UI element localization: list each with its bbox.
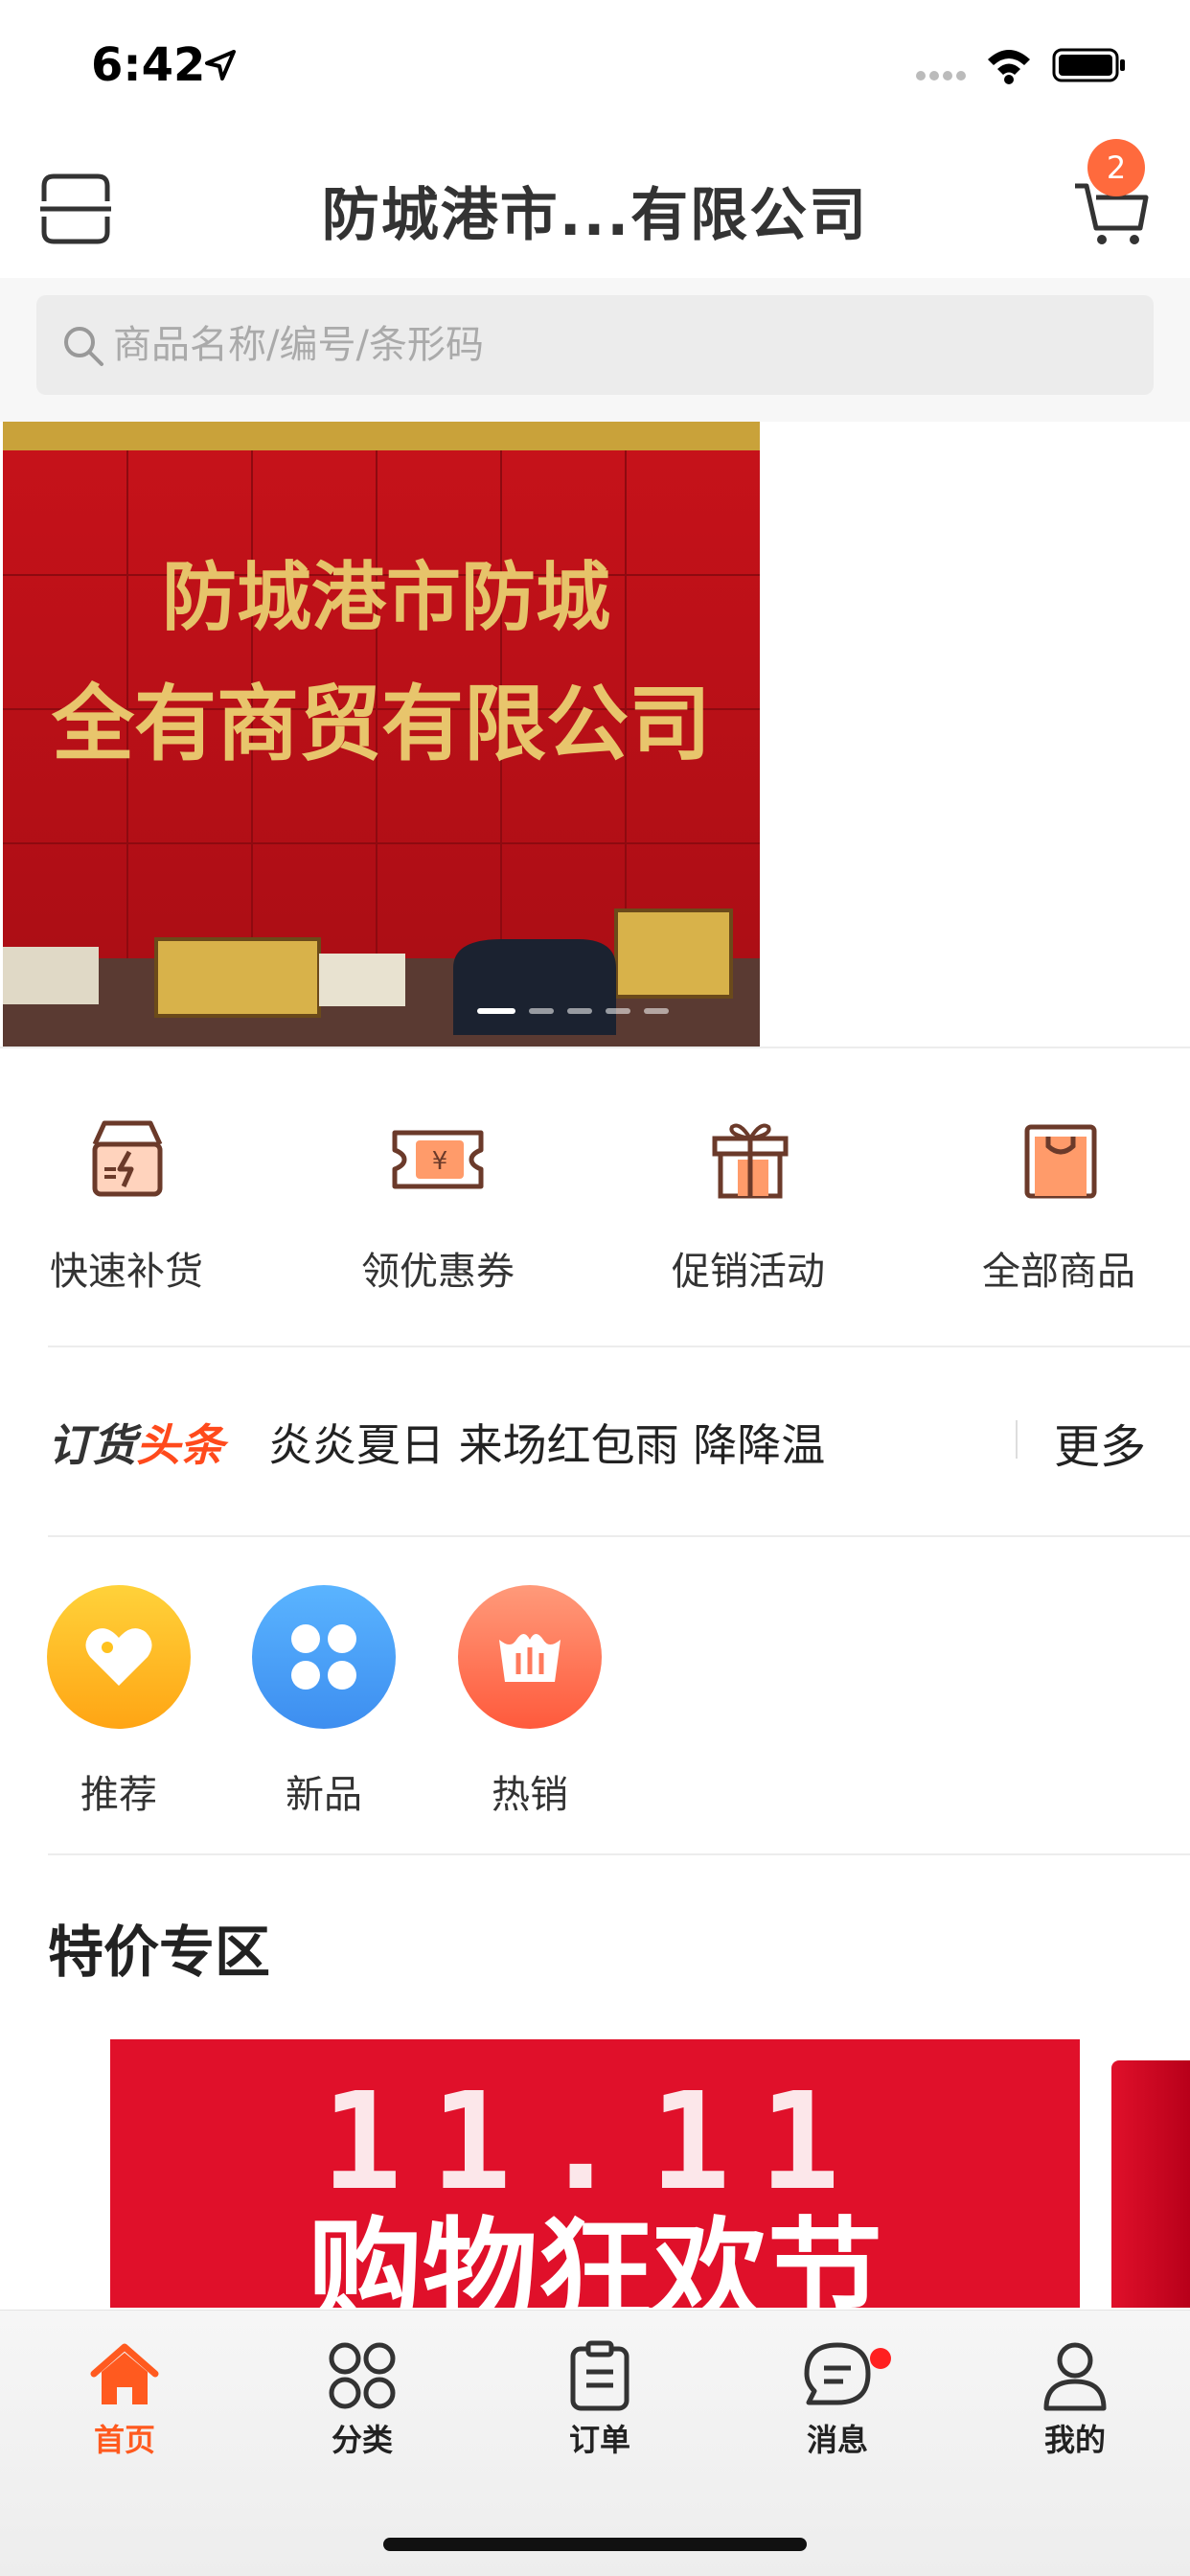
home-icon: [90, 2343, 159, 2404]
search-icon: [64, 327, 103, 366]
clover-icon: [291, 1624, 356, 1690]
tab-messages[interactable]: 消息: [761, 2337, 914, 2460]
promo-banner-card[interactable]: 11.11 购物狂欢节: [110, 2039, 1080, 2308]
headline-more-link[interactable]: 更多: [1054, 1409, 1146, 1476]
banner-image[interactable]: 防城港市防城 全有商贸有限公司: [3, 422, 760, 1046]
search-box[interactable]: [36, 295, 1154, 395]
carousel-dot[interactable]: [477, 1008, 515, 1014]
headline-text[interactable]: 炎炎夏日 来场红包雨 降降温: [268, 1411, 825, 1474]
quick-item-all-products[interactable]: 全部商品: [953, 1106, 1164, 1296]
sign-line-1: 防城港市防城: [162, 554, 610, 641]
page-title: 防城港市...有限公司: [321, 182, 869, 249]
quick-item-label: 领优惠券: [361, 1250, 515, 1294]
gift-icon: [712, 1123, 789, 1199]
bottom-tab-bar: 首页 分类 订单 消息 我的: [0, 2310, 1190, 2576]
tab-home[interactable]: 首页: [48, 2337, 201, 2460]
quick-item-label: 全部商品: [982, 1250, 1135, 1294]
tab-label: 分类: [331, 2422, 393, 2458]
search-input[interactable]: [113, 295, 1129, 395]
promo-1111-graphic: 11.11 购物狂欢节: [308, 2064, 882, 2308]
promo-bottom-text: 购物狂欢节: [308, 2207, 882, 2308]
tab-orders[interactable]: 订单: [523, 2337, 676, 2460]
headline-separator: [1016, 1420, 1018, 1459]
location-arrow-icon: [205, 50, 236, 80]
carousel-dot[interactable]: [644, 1008, 669, 1014]
headline-brand-part1: 订货: [48, 1419, 136, 1471]
search-bar: [0, 278, 1190, 422]
tab-label: 我的: [1043, 2422, 1106, 2458]
category-shortcuts: 推荐 新品 热销: [0, 1537, 1190, 1853]
carousel-dot[interactable]: [567, 1008, 592, 1014]
quick-item-restock[interactable]: 快速补货: [21, 1106, 232, 1296]
tab-category[interactable]: 分类: [286, 2337, 439, 2460]
tab-label: 订单: [568, 2422, 630, 2458]
quick-menu: 快速补货 ¥ 领优惠券 促销活动 全部商品: [0, 1048, 1190, 1346]
banner-carousel[interactable]: 防城港市防城 全有商贸有限公司: [0, 422, 1190, 1046]
category-recommended[interactable]: 推荐: [42, 1585, 195, 1819]
wifi-icon: [988, 50, 1030, 84]
quick-item-label: 快速补货: [50, 1250, 203, 1294]
company-sign-photo: 防城港市防城 全有商贸有限公司: [3, 422, 760, 1046]
carousel-dots: [477, 1008, 669, 1014]
tab-label: 消息: [806, 2422, 868, 2458]
headline-brand-part2: 头条: [136, 1419, 224, 1471]
box-lightning-icon: [92, 1120, 163, 1197]
message-icon: [804, 2342, 871, 2405]
shopping-bag-icon: [1024, 1124, 1097, 1199]
status-bar: 6:42: [0, 0, 1190, 134]
scan-icon[interactable]: [40, 172, 111, 245]
quick-item-label: 促销活动: [672, 1250, 825, 1294]
special-section-title: 特价专区: [48, 1920, 271, 1985]
category-label: 热销: [492, 1773, 568, 1817]
sign-line-2: 全有商贸有限公司: [51, 676, 711, 772]
coupon-icon: ¥: [392, 1130, 484, 1189]
home-indicator[interactable]: [383, 2538, 807, 2551]
tab-me[interactable]: 我的: [998, 2337, 1152, 2460]
svg-text:¥: ¥: [432, 1147, 448, 1176]
battery-icon: [1052, 48, 1125, 82]
divider: [48, 1853, 1190, 1855]
headline-brand: 订货头条: [48, 1411, 224, 1474]
category-new[interactable]: 新品: [247, 1585, 400, 1819]
promo-top-text: 11.11: [321, 2064, 868, 2220]
tab-label: 首页: [93, 2422, 155, 2458]
quick-item-coupons[interactable]: ¥ 领优惠券: [332, 1106, 543, 1296]
category-label: 新品: [286, 1773, 362, 1817]
heart-icon: [85, 1628, 152, 1686]
crown-icon: [499, 1634, 561, 1682]
promo-banner-card-next[interactable]: [1111, 2060, 1190, 2308]
category-circle: [47, 1585, 191, 1729]
category-hot[interactable]: 热销: [453, 1585, 606, 1819]
category-icon: [329, 2342, 396, 2409]
clipboard-icon: [570, 2340, 629, 2411]
status-time: 6:42: [91, 38, 206, 92]
news-headline-bar[interactable]: 订货头条 炎炎夏日 来场红包雨 降降温 更多: [0, 1347, 1190, 1537]
unread-message-dot: [870, 2348, 891, 2369]
category-label: 推荐: [80, 1773, 157, 1817]
quick-item-promotions[interactable]: 促销活动: [643, 1106, 854, 1296]
app-header: 防城港市...有限公司: [0, 134, 1190, 278]
category-circle: [458, 1585, 602, 1729]
cart-count-badge: 2: [1087, 139, 1145, 196]
carousel-dot[interactable]: [529, 1008, 554, 1014]
cell-signal-icon: [916, 71, 966, 80]
carousel-dot[interactable]: [606, 1008, 630, 1014]
category-circle: [252, 1585, 396, 1729]
user-icon: [1043, 2342, 1107, 2411]
